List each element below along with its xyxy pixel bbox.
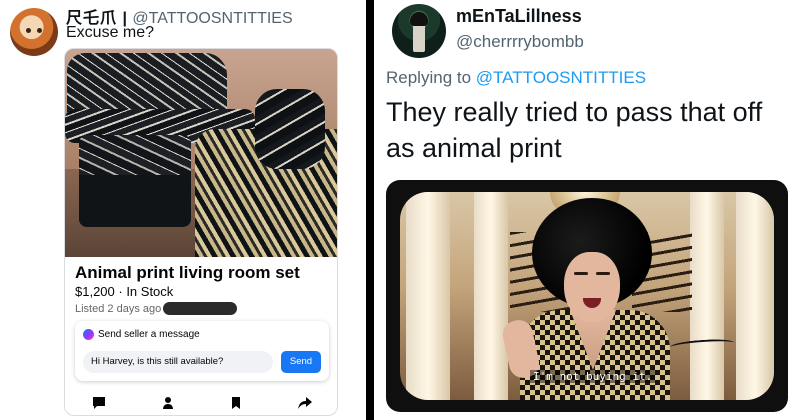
tweet-text: They really tried to pass that off as an… bbox=[386, 97, 763, 163]
right-tweet: mEnTaLillness @cherrrrybombb Replying to… bbox=[374, 0, 800, 420]
listing-action-bar bbox=[65, 389, 337, 415]
media-subtitle: I'm not buying it. bbox=[530, 370, 656, 383]
message-input[interactable]: Hi Harvey, is this still available? bbox=[83, 351, 273, 373]
message-header: Send seller a message bbox=[83, 329, 200, 340]
mention-link[interactable]: @TATTOOSNTITTIES bbox=[476, 68, 646, 87]
tv-screen-image: I'm not buying it. bbox=[400, 192, 774, 400]
handle[interactable]: @cherrrrybombb bbox=[456, 32, 584, 52]
listing-title: Animal print living room set bbox=[75, 263, 300, 282]
message-seller-box: Send seller a message Hi Harvey, is this… bbox=[75, 321, 329, 381]
avatar[interactable] bbox=[392, 4, 446, 58]
display-name[interactable]: mEnTaLillness bbox=[456, 6, 582, 27]
listing-photo[interactable] bbox=[65, 49, 337, 257]
left-tweet: 尺乇爪 | @TATTOOSNTITTIES Excuse me? Animal… bbox=[0, 0, 366, 420]
tweet-media[interactable]: I'm not buying it. bbox=[386, 180, 788, 412]
replying-prefix: Replying to bbox=[386, 68, 472, 87]
messenger-icon bbox=[83, 329, 94, 340]
bookmark-icon[interactable] bbox=[225, 392, 247, 414]
listing-meta: Listed 2 days ago in bbox=[75, 303, 173, 315]
listing-price: $1,200 · In Stock bbox=[75, 284, 174, 299]
handle[interactable]: @TATTOOSNTITTIES bbox=[132, 10, 292, 27]
send-button[interactable]: Send bbox=[281, 351, 321, 373]
redacted-location bbox=[163, 302, 237, 315]
tweet-text: Excuse me? bbox=[66, 24, 155, 41]
avatar[interactable] bbox=[10, 8, 58, 56]
profile-icon[interactable] bbox=[157, 392, 179, 414]
replying-to: Replying to @TATTOOSNTITTIES bbox=[386, 68, 646, 88]
message-header-label: Send seller a message bbox=[98, 329, 200, 340]
panel-divider bbox=[366, 0, 374, 420]
share-icon[interactable] bbox=[294, 392, 316, 414]
message-icon[interactable] bbox=[88, 392, 110, 414]
marketplace-listing-card: Animal print living room set $1,200 · In… bbox=[64, 48, 338, 416]
